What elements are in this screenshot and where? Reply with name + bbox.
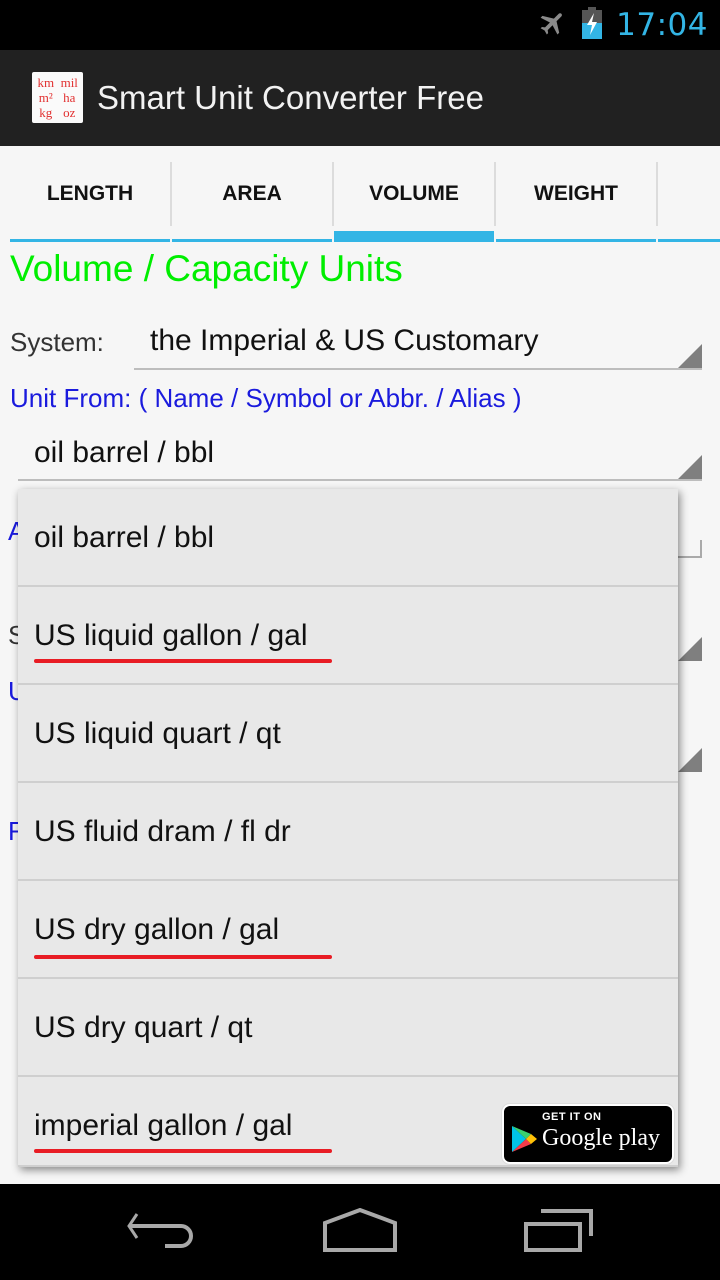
tab-length[interactable]: LENGTH <box>10 146 172 242</box>
tab-indicator-active <box>334 231 494 242</box>
tab-indicator <box>496 239 656 242</box>
dropdown-option[interactable]: US dry gallon / gal <box>18 881 678 979</box>
action-bar: km mil m² ha kg oz Smart Unit Converter … <box>0 50 720 146</box>
highlight-underline <box>34 659 332 663</box>
unit-dropdown-list[interactable]: oil barrel / bbl US liquid gallon / gal … <box>18 489 678 1167</box>
dropdown-option[interactable]: US fluid dram / fl dr <box>18 783 678 881</box>
tab-strip: LENGTH AREA VOLUME WEIGHT A <box>10 146 720 242</box>
home-button[interactable] <box>312 1204 408 1260</box>
option-label: US fluid dram / fl dr <box>34 815 291 848</box>
option-label: US liquid gallon / gal <box>34 619 308 652</box>
page-heading: Volume / Capacity Units <box>10 248 403 289</box>
badge-big-text: Google play <box>542 1125 660 1151</box>
app-icon-text: m² <box>38 90 53 105</box>
back-button[interactable] <box>112 1204 208 1260</box>
recents-icon <box>524 1208 596 1257</box>
unit-from-label: Unit From: ( Name / Symbol or Abbr. / Al… <box>10 383 522 413</box>
dropdown-arrow-icon <box>678 344 702 368</box>
app-icon-text: km <box>37 75 55 90</box>
option-label: oil barrel / bbl <box>34 521 215 554</box>
system-nav-bar <box>0 1184 720 1280</box>
app-icon-text: ha <box>63 90 76 105</box>
tab-label: VOLUME <box>369 182 459 205</box>
app-logo-icon: km mil m² ha kg oz <box>32 72 83 123</box>
option-label: US liquid quart / qt <box>34 717 281 750</box>
option-label: US dry gallon / gal <box>34 913 280 946</box>
tab-indicator <box>172 239 332 242</box>
dropdown-option[interactable]: oil barrel / bbl <box>18 489 678 587</box>
dropdown-arrow-icon <box>678 637 702 661</box>
system-spinner-value: the Imperial & US Customary <box>150 324 539 357</box>
unit-from-spinner[interactable]: oil barrel / bbl <box>18 428 702 481</box>
badge-small-text: GET IT ON <box>542 1111 602 1123</box>
airplane-mode-icon <box>538 8 568 43</box>
tab-next-partial[interactable]: A <box>658 146 720 242</box>
app-icon-text: kg <box>39 105 53 120</box>
dropdown-option[interactable]: US liquid quart / qt <box>18 685 678 783</box>
dropdown-arrow-icon <box>678 748 702 772</box>
system-label: System: <box>10 327 104 357</box>
unit-from-value: oil barrel / bbl <box>34 436 215 469</box>
google-play-badge[interactable]: GET IT ON Google play <box>501 1103 675 1165</box>
app-title: Smart Unit Converter Free <box>97 79 484 116</box>
tab-label: AREA <box>222 182 282 205</box>
dropdown-option[interactable]: US liquid gallon / gal <box>18 587 678 685</box>
app-icon-text: oz <box>63 105 76 120</box>
option-label: imperial gallon / gal <box>34 1109 293 1142</box>
tab-label: LENGTH <box>46 182 134 205</box>
back-icon <box>125 1210 195 1255</box>
tab-label: A <box>658 146 720 242</box>
tab-weight[interactable]: WEIGHT <box>496 146 658 242</box>
tab-volume[interactable]: VOLUME <box>334 146 496 242</box>
battery-charging-icon <box>582 6 603 44</box>
tab-area[interactable]: AREA <box>172 146 334 242</box>
app-icon-text: mil <box>60 75 78 90</box>
dropdown-arrow-icon <box>678 455 702 479</box>
recents-button[interactable] <box>512 1204 608 1260</box>
tab-label: WEIGHT <box>534 182 618 205</box>
clock: 17:04 <box>616 7 708 43</box>
tab-indicator <box>658 239 720 242</box>
option-label: US dry quart / qt <box>34 1011 253 1044</box>
status-bar: 17:04 <box>0 0 720 50</box>
system-spinner[interactable]: the Imperial & US Customary <box>134 318 702 370</box>
home-icon <box>322 1207 398 1257</box>
highlight-underline <box>34 1149 332 1153</box>
hidden-input-edge <box>676 540 702 558</box>
dropdown-option[interactable]: US dry quart / qt <box>18 979 678 1077</box>
tab-indicator <box>10 239 170 242</box>
google-play-logo-icon <box>510 1124 538 1159</box>
highlight-underline <box>34 955 332 959</box>
